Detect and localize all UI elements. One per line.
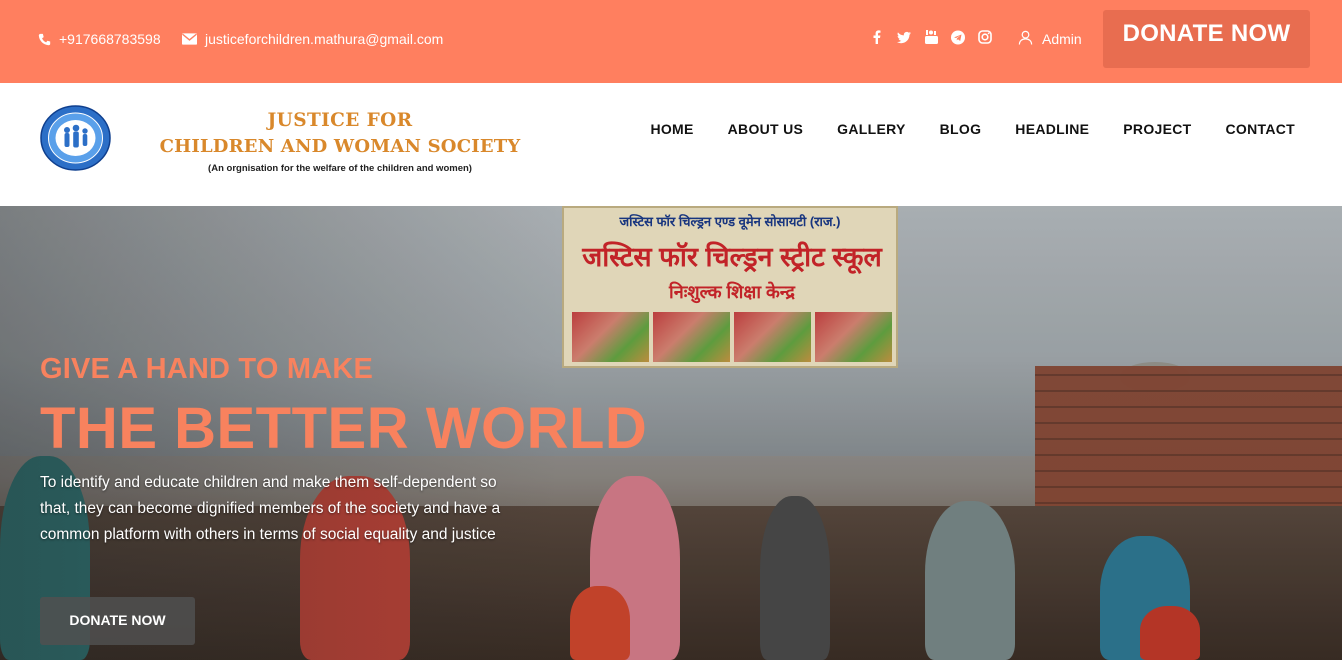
brand-name-line2: CHILDREN AND WOMAN SOCIETY <box>159 136 521 157</box>
social-links <box>870 29 992 45</box>
nav-gallery[interactable]: GALLERY <box>837 121 905 137</box>
facebook-icon[interactable] <box>870 29 884 45</box>
envelope-icon <box>182 33 197 45</box>
admin-label: Admin <box>1042 31 1082 47</box>
phone-contact[interactable]: +917668783598 <box>38 31 161 47</box>
email-contact[interactable]: justiceforchildren.mathura@gmail.com <box>182 31 443 47</box>
brand-name-line1: JUSTICE FOR <box>267 110 413 131</box>
nav-blog[interactable]: BLOG <box>940 121 982 137</box>
logo-emblem[interactable] <box>40 105 111 171</box>
hero-kicker: GIVE A HAND TO MAKE <box>40 353 374 385</box>
main-nav: HOME ABOUT US GALLERY BLOG HEADLINE PROJ… <box>650 121 1295 137</box>
instagram-icon[interactable] <box>978 29 992 45</box>
nav-headline[interactable]: HEADLINE <box>1015 121 1089 137</box>
hero-donate-now-button[interactable]: DONATE NOW <box>40 597 195 645</box>
top-bar: +917668783598 justiceforchildren.mathura… <box>0 0 1342 83</box>
twitter-icon[interactable] <box>897 29 911 45</box>
hero-headline: THE BETTER WORLD <box>40 396 648 461</box>
telegram-icon[interactable] <box>951 29 965 45</box>
hero-description: To identify and educate children and mak… <box>40 474 501 543</box>
donate-now-button[interactable]: DONATE NOW <box>1103 10 1310 68</box>
nav-project[interactable]: PROJECT <box>1123 121 1191 137</box>
phone-number: +917668783598 <box>59 31 161 47</box>
youtube-icon[interactable] <box>924 29 938 45</box>
phone-icon <box>38 33 51 46</box>
nav-contact[interactable]: CONTACT <box>1226 121 1296 137</box>
user-icon <box>1018 30 1033 48</box>
nav-about-us[interactable]: ABOUT US <box>728 121 804 137</box>
email-address: justiceforchildren.mathura@gmail.com <box>205 31 444 47</box>
brand-tagline: (An orgnisation for the welfare of the c… <box>208 163 472 174</box>
admin-link[interactable]: Admin <box>1018 30 1082 48</box>
nav-home[interactable]: HOME <box>650 121 693 137</box>
